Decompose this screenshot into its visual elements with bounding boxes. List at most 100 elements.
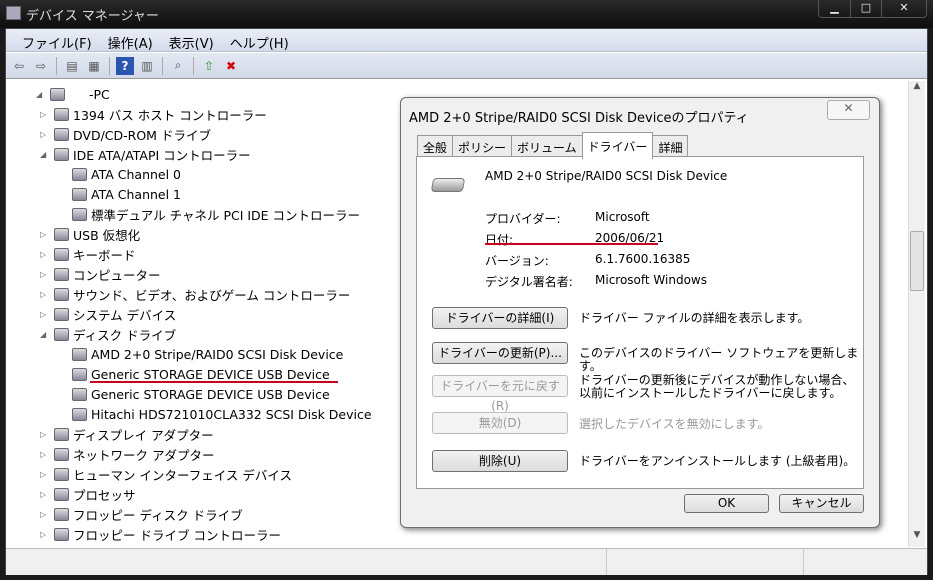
tree-item-label: Hitachi HDS721010CLA332 SCSI Disk Device	[91, 406, 372, 422]
device-icon	[54, 467, 69, 481]
cancel-button[interactable]: キャンセル	[779, 494, 864, 513]
tree-item[interactable]: ▷ DVD/CD-ROM ドライブ	[40, 124, 211, 144]
toolbar-separator	[193, 56, 194, 75]
maximize-button[interactable]: □	[850, 0, 881, 17]
device-icon	[54, 227, 69, 241]
tree-item[interactable]: ◢ -PC	[36, 84, 110, 104]
collapsed-arrow-icon[interactable]: ▷	[40, 270, 50, 279]
device-manager-icon	[6, 6, 21, 20]
device-icon	[72, 187, 87, 201]
menu-action[interactable]: 操作(A)	[100, 29, 161, 52]
scroll-thumb[interactable]	[910, 231, 924, 291]
tree-item[interactable]: ▷ システム デバイス	[40, 304, 176, 324]
device-icon	[54, 127, 69, 141]
expanded-arrow-icon[interactable]: ◢	[40, 330, 50, 339]
tree-item-label: ディスク ドライブ	[73, 327, 177, 343]
tree-item[interactable]: Generic STORAGE DEVICE USB Device	[58, 384, 330, 404]
tree-item[interactable]: ▷ キーボード	[40, 244, 136, 264]
tree-item[interactable]: ATA Channel 1	[58, 184, 181, 204]
tree-item[interactable]: ATA Channel 0	[58, 164, 181, 184]
close-button[interactable]: ✕	[881, 0, 926, 17]
dialog-close-button[interactable]: ✕	[827, 100, 870, 120]
tree-item-label: ディスプレイ アダプター	[73, 427, 214, 443]
tree-item[interactable]: ▷ フロッピー ドライブ コントローラー	[40, 524, 281, 544]
forward-icon[interactable]: ⇨	[32, 57, 50, 75]
date-row: 日付: 2006/06/21	[485, 231, 664, 248]
vertical-scrollbar[interactable]: ▲ ▼	[908, 81, 925, 547]
tree-item[interactable]: Generic STORAGE DEVICE USB Device	[58, 364, 330, 384]
scroll-down-icon[interactable]: ▼	[909, 530, 925, 547]
menu-help[interactable]: ヘルプ(H)	[222, 29, 297, 52]
tree-item-label: USB 仮想化	[73, 227, 141, 243]
expanded-arrow-icon[interactable]: ◢	[40, 150, 50, 159]
scroll-up-icon[interactable]: ▲	[909, 81, 925, 98]
toolbar: ⇦ ⇨ ▤ ▦? ▥ ⌕ ⇧ ✖	[6, 53, 927, 79]
collapsed-arrow-icon[interactable]: ▷	[40, 110, 50, 119]
device-icon	[72, 367, 87, 381]
device-icon	[54, 527, 69, 541]
tree-item-label: 標準デュアル チャネル PCI IDE コントローラー	[91, 207, 361, 223]
device-icon	[54, 287, 69, 301]
collapsed-arrow-icon[interactable]: ▷	[40, 230, 50, 239]
tree-item[interactable]: ◢ ディスク ドライブ	[40, 324, 176, 344]
collapsed-arrow-icon[interactable]: ▷	[40, 530, 50, 539]
tree-item-label: プロセッサ	[73, 487, 136, 503]
collapsed-arrow-icon[interactable]: ▷	[40, 250, 50, 259]
back-icon[interactable]: ⇦	[10, 57, 28, 75]
menu-file[interactable]: ファイル(F)	[14, 29, 100, 52]
menu-view[interactable]: 表示(V)	[161, 29, 222, 52]
device-icon	[54, 107, 69, 121]
action-pane-icon[interactable]: ▥	[138, 57, 156, 75]
tree-item[interactable]: ▷ ネットワーク アダプター	[40, 444, 214, 464]
disable-button[interactable]: 無効(D)	[432, 412, 568, 434]
collapsed-arrow-icon[interactable]: ▷	[40, 490, 50, 499]
version-row: バージョン: 6.1.7600.16385	[485, 252, 690, 269]
device-icon	[54, 247, 69, 261]
tree-item[interactable]: ▷ USB 仮想化	[40, 224, 140, 244]
tab-3[interactable]: ドライバー	[581, 132, 654, 159]
minimize-button[interactable]: ▁	[819, 0, 850, 17]
collapsed-arrow-icon[interactable]: ▷	[40, 290, 50, 299]
update-driver-icon[interactable]: ⇧	[200, 57, 218, 75]
driver-details-button[interactable]: ドライバーの詳細(I)	[432, 307, 568, 329]
collapsed-arrow-icon[interactable]: ▷	[40, 450, 50, 459]
tree-item[interactable]: 標準デュアル チャネル PCI IDE コントローラー	[58, 204, 360, 224]
tree-item[interactable]: Hitachi HDS721010CLA332 SCSI Disk Device	[58, 404, 372, 424]
collapsed-arrow-icon[interactable]: ▷	[40, 430, 50, 439]
tree-item[interactable]: ▷ コンピューター	[40, 264, 161, 284]
uninstall-icon[interactable]: ✖	[222, 57, 240, 75]
tree-item[interactable]: ▷ サウンド、ビデオ、およびゲーム コントローラー	[40, 284, 350, 304]
collapsed-arrow-icon[interactable]: ▷	[40, 510, 50, 519]
tree-item[interactable]: AMD 2+0 Stripe/RAID0 SCSI Disk Device	[58, 344, 343, 364]
tree-item[interactable]: ▷ フロッピー ディスク ドライブ	[40, 504, 243, 524]
device-icon	[54, 147, 69, 161]
rollback-driver-button[interactable]: ドライバーを元に戻す(R)	[432, 375, 568, 413]
tree-item[interactable]: ▷ ディスプレイ アダプター	[40, 424, 214, 444]
tree-item-label: システム デバイス	[73, 307, 177, 323]
help-icon[interactable]: ?	[116, 56, 134, 75]
tree-item[interactable]: ▷ プロセッサ	[40, 484, 136, 504]
provider-value: Microsoft	[595, 210, 650, 224]
tree-item[interactable]: ▷ ヒューマン インターフェイス デバイス	[40, 464, 292, 484]
show-hide-console-tree-icon[interactable]: ▤	[63, 57, 81, 75]
tree-item[interactable]: ◢ IDE ATA/ATAPI コントローラー	[40, 144, 251, 164]
device-icon	[54, 507, 69, 521]
tree-item-label: サウンド、ビデオ、およびゲーム コントローラー	[73, 287, 351, 303]
uninstall-button[interactable]: 削除(U)	[432, 450, 568, 472]
device-icon	[72, 207, 87, 221]
rollback-driver-desc: ドライバーの更新後にデバイスが動作しない場合、以前にインストールしたドライバーに…	[579, 373, 855, 400]
collapsed-arrow-icon[interactable]: ▷	[40, 310, 50, 319]
provider-row: プロバイダー: Microsoft	[485, 210, 650, 227]
expanded-arrow-icon[interactable]: ◢	[36, 90, 46, 99]
properties-icon[interactable]: ▦	[85, 57, 103, 75]
device-icon	[54, 327, 69, 341]
tree-item-label: ATA Channel 1	[91, 186, 182, 202]
provider-label: プロバイダー:	[485, 212, 561, 226]
collapsed-arrow-icon[interactable]: ▷	[40, 130, 50, 139]
scan-hardware-icon[interactable]: ⌕	[169, 57, 187, 75]
tree-item[interactable]: ▷ 1394 バス ホスト コントローラー	[40, 104, 267, 124]
version-value: 6.1.7600.16385	[595, 252, 691, 266]
ok-button[interactable]: OK	[684, 494, 769, 513]
update-driver-button[interactable]: ドライバーの更新(P)...	[432, 342, 568, 364]
collapsed-arrow-icon[interactable]: ▷	[40, 470, 50, 479]
